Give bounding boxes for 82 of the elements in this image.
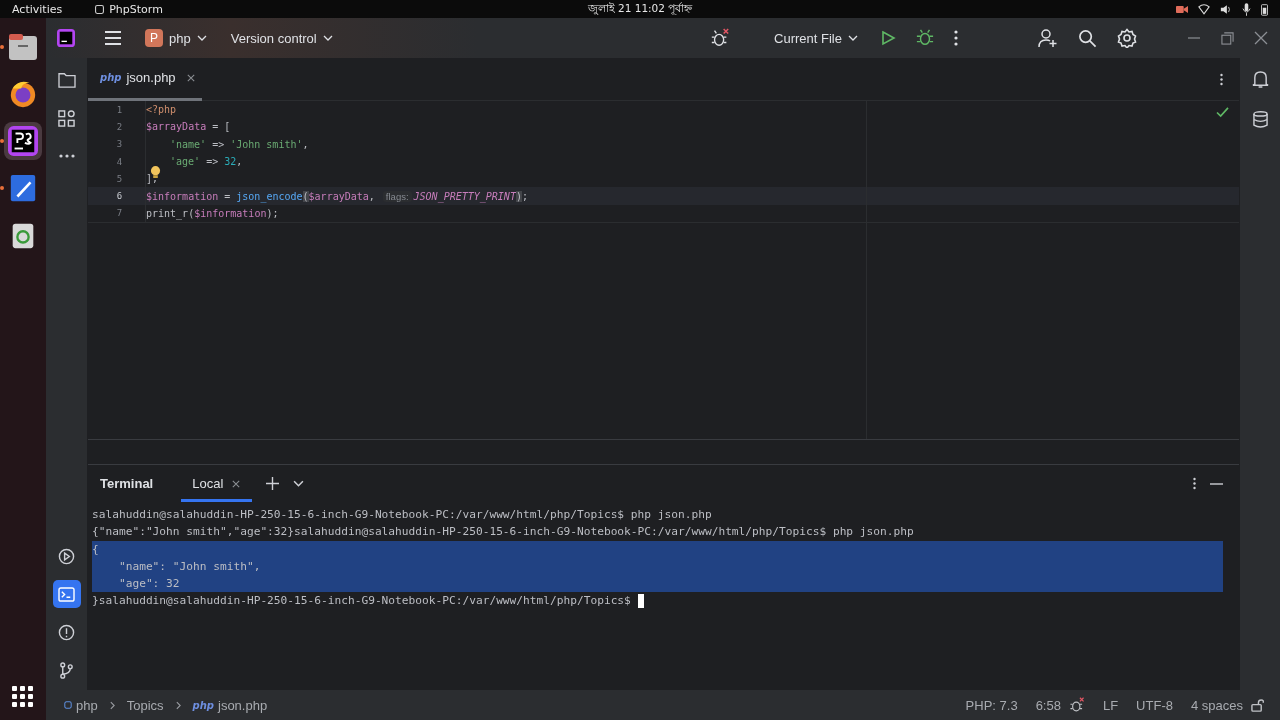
chevron-down-icon	[848, 35, 858, 41]
terminal-tab[interactable]: Local	[181, 465, 253, 502]
file-encoding[interactable]: UTF-8	[1136, 697, 1173, 713]
code-line: $arrayData = [	[146, 121, 231, 133]
run-configuration-selector[interactable]: Current File	[772, 26, 860, 50]
panel-title: Terminal	[100, 476, 154, 491]
php-file-icon: php	[192, 699, 214, 711]
clock[interactable]: জুলাই 21 11:02 পূর্বাহ্ন	[587, 0, 693, 18]
more-icon[interactable]	[1220, 72, 1223, 86]
line-number: 1	[88, 101, 146, 119]
line-separator[interactable]: LF	[1102, 697, 1119, 713]
scrollbar[interactable]	[88, 98, 202, 101]
close-icon[interactable]	[232, 479, 241, 488]
version-control-menu[interactable]: Version control	[228, 26, 335, 50]
project-selector[interactable]: P php	[143, 25, 209, 51]
close-icon[interactable]	[186, 73, 195, 82]
folder-icon	[57, 72, 76, 88]
editor-tab[interactable]: php json.php	[100, 58, 205, 100]
more-icon	[58, 154, 75, 158]
breadcrumb[interactable]: Topics	[126, 697, 164, 713]
code-line: 'name' => 'John smith',	[169, 138, 309, 150]
settings-icon[interactable]	[1117, 28, 1137, 48]
browser-icon	[8, 79, 38, 109]
text-editor-icon	[8, 173, 38, 203]
code-line: 'age' => 32,	[169, 156, 243, 168]
line-number: 7	[88, 204, 146, 223]
minimize-icon[interactable]	[1210, 482, 1223, 485]
php-version[interactable]: PHP: 7.3	[965, 697, 1018, 713]
terminal-line: {"name":"John smith","age":32}salahuddin@salahuddin-HP-250-15-6-inch-G9-Notebook-PC:/var/www/html/php/Topics$ php json.php	[92, 524, 915, 541]
more-icon[interactable]	[1193, 477, 1196, 490]
notifications-icon[interactable]	[1251, 70, 1269, 89]
unlocked-icon[interactable]	[1251, 698, 1264, 712]
app-grid-icon[interactable]	[12, 686, 34, 708]
app-menu[interactable]: PhpStorm	[94, 2, 163, 16]
ide-logo-icon[interactable]	[57, 29, 75, 47]
terminal-line: }salahuddin@salahuddin-HP-250-15-6-inch-G9-Notebook-PC:/var/www/html/php/Topics$	[92, 592, 1223, 610]
line-number: 4	[88, 152, 146, 171]
app-icon	[94, 3, 106, 15]
git-branch-icon	[59, 661, 74, 679]
folder-icon	[7, 31, 39, 63]
code-line: <?php	[146, 104, 177, 116]
run-icon	[58, 547, 75, 565]
volume-icon[interactable]	[1220, 3, 1232, 15]
microphone-icon[interactable]	[1242, 2, 1251, 16]
more-icon[interactable]	[954, 30, 958, 46]
battery-icon[interactable]	[1261, 2, 1268, 16]
line-number: 6	[88, 187, 146, 205]
caret-position[interactable]: 6:58	[1035, 697, 1061, 713]
tool-window-button[interactable]	[52, 580, 81, 608]
run-icon[interactable]	[880, 30, 896, 46]
wifi-icon[interactable]	[1198, 3, 1210, 15]
line-number: 3	[88, 135, 146, 153]
chevron-down-icon	[322, 35, 333, 41]
structure-icon	[58, 109, 75, 127]
module-icon	[64, 701, 72, 709]
bug-icon[interactable]	[1068, 697, 1085, 713]
terminal-line: salahuddin@salahuddin-HP-250-15-6-inch-G9-Notebook-PC:/var/www/html/php/Topics$ php json.php	[92, 507, 713, 523]
warning-icon	[58, 623, 75, 641]
check-icon[interactable]	[1216, 107, 1229, 118]
chevron-down-icon[interactable]	[293, 480, 305, 487]
database-icon[interactable]	[1252, 111, 1268, 128]
menu-icon[interactable]	[103, 28, 123, 48]
add-icon[interactable]	[266, 477, 280, 490]
chevron-down-icon	[196, 35, 207, 41]
debug-icon[interactable]	[916, 29, 934, 47]
code-line: $information = json_encode($arrayData, flags: JSON_PRETTY_PRINT);	[146, 190, 528, 202]
terminal-icon	[58, 586, 75, 602]
add-user-icon[interactable]	[1038, 28, 1058, 48]
activities-button[interactable]: Activities	[12, 2, 63, 16]
breadcrumb[interactable]: php	[64, 697, 98, 713]
camera-icon[interactable]	[1176, 4, 1188, 14]
code-line: print_r($information);	[146, 207, 279, 219]
bug-icon[interactable]	[710, 28, 731, 48]
indent-setting[interactable]: 4 spaces	[1190, 697, 1243, 713]
chevron-right-icon	[109, 700, 115, 710]
breadcrumb[interactable]: php json.php	[192, 697, 268, 713]
chevron-right-icon	[175, 700, 181, 710]
ide-icon	[8, 126, 38, 156]
search-icon[interactable]	[1078, 28, 1097, 48]
close-icon[interactable]	[1254, 31, 1268, 45]
line-number: 2	[88, 118, 146, 136]
restore-icon[interactable]	[1221, 31, 1234, 45]
